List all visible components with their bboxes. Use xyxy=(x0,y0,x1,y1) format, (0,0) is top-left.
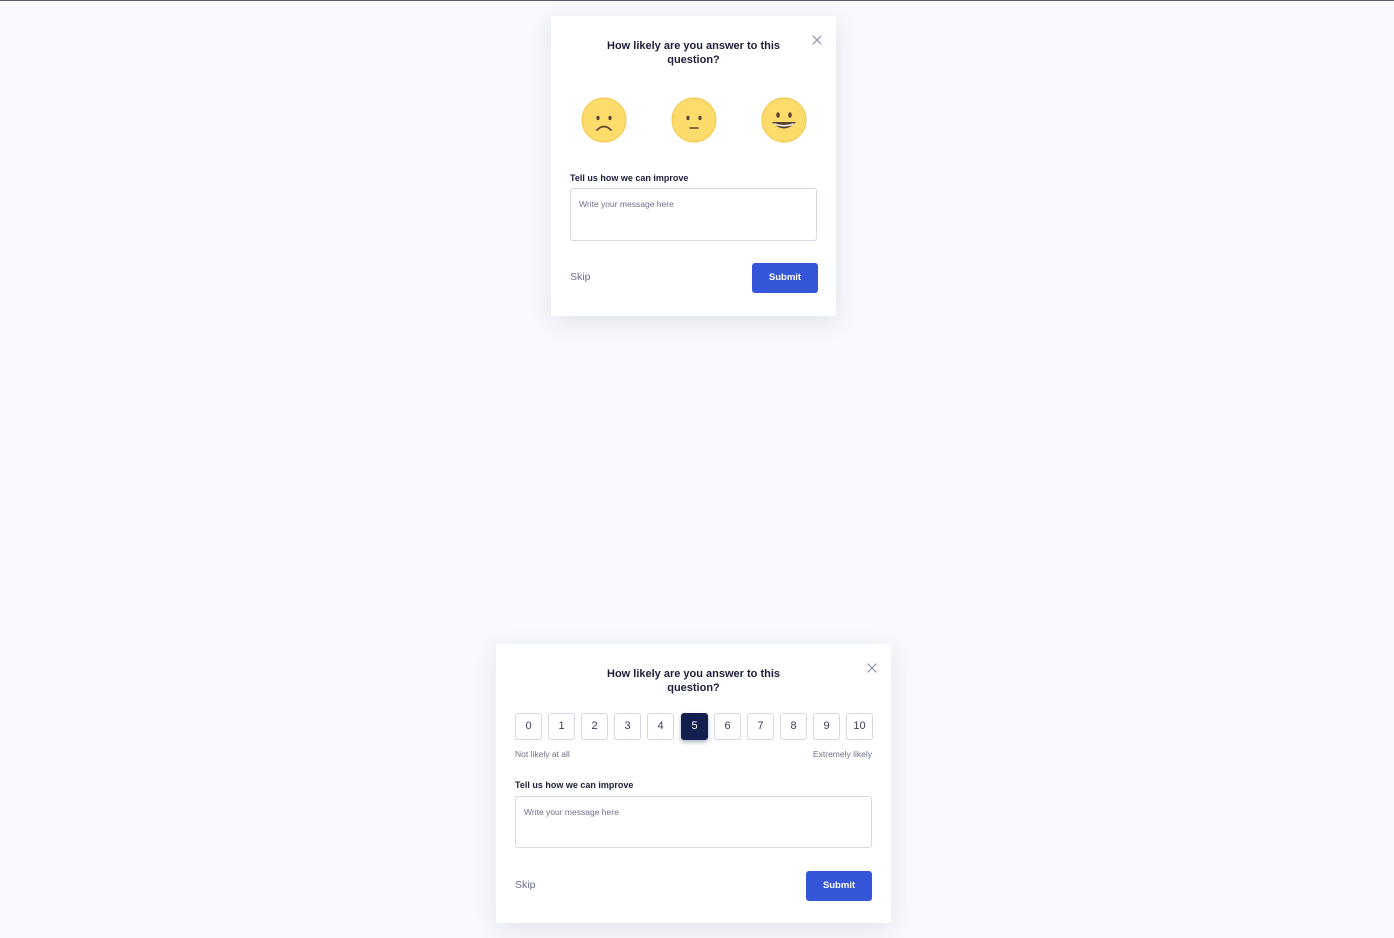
happy-face-icon[interactable] xyxy=(761,97,807,143)
feedback-textarea[interactable]: Write your message here xyxy=(570,188,817,241)
scale-option-7[interactable]: 7 xyxy=(747,713,774,740)
scale-option-3[interactable]: 3 xyxy=(614,713,641,740)
neutral-face-icon[interactable] xyxy=(671,97,717,143)
feedback-placeholder: Write your message here xyxy=(579,199,674,209)
feedback-label: Tell us how we can improve xyxy=(570,173,689,183)
scale-max-label: Extremely likely xyxy=(812,749,872,759)
scale-min-label: Not likely at all xyxy=(515,749,570,759)
scale-option-10[interactable]: 10 xyxy=(846,713,873,740)
feedback-placeholder: Write your message here xyxy=(524,807,619,817)
sad-face-icon[interactable] xyxy=(581,97,627,143)
scale-option-6[interactable]: 6 xyxy=(714,713,741,740)
submit-button[interactable]: Submit xyxy=(806,871,872,901)
scale-option-9[interactable]: 9 xyxy=(813,713,840,740)
nps-scale: 0 1 2 3 4 5 6 7 8 9 10 xyxy=(515,713,873,741)
skip-link[interactable]: Skip xyxy=(515,879,535,891)
scale-option-0[interactable]: 0 xyxy=(515,713,542,740)
skip-link[interactable]: Skip xyxy=(570,271,590,283)
survey-title: How likely are you answer to this questi… xyxy=(607,668,780,694)
feedback-textarea[interactable]: Write your message here xyxy=(515,796,872,848)
top-border xyxy=(0,0,1394,1)
nps-survey-card: How likely are you answer to this questi… xyxy=(496,644,891,923)
scale-option-1[interactable]: 1 xyxy=(548,713,575,740)
feedback-label: Tell us how we can improve xyxy=(515,780,634,790)
scale-option-4[interactable]: 4 xyxy=(647,713,674,740)
emoji-rating-row xyxy=(581,97,807,143)
scale-option-2[interactable]: 2 xyxy=(581,713,608,740)
emoji-survey-card: How likely are you answer to this questi… xyxy=(551,16,836,316)
scale-option-5[interactable]: 5 xyxy=(681,713,708,740)
survey-title: How likely are you answer to this questi… xyxy=(607,40,780,66)
scale-option-8[interactable]: 8 xyxy=(780,713,807,740)
submit-button[interactable]: Submit xyxy=(752,263,818,293)
